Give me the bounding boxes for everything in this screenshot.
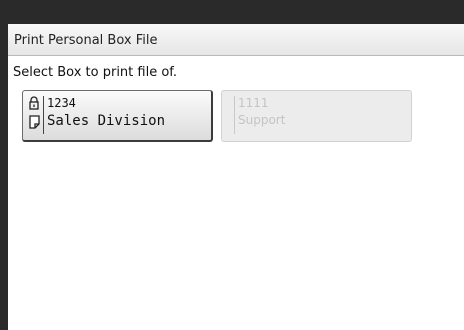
- instruction-text: Select Box to print file of.: [13, 65, 178, 80]
- box-number: 1234: [47, 96, 76, 110]
- dialog-title: Print Personal Box File: [14, 33, 158, 48]
- divider: [234, 96, 235, 134]
- box-icons: [28, 94, 42, 134]
- document-icon: [28, 114, 42, 130]
- box-button-support: 1111 Support: [221, 90, 412, 142]
- top-frame: [0, 0, 464, 24]
- left-frame: [0, 24, 8, 330]
- title-bar: Print Personal Box File: [8, 24, 464, 56]
- box-name: Sales Division: [47, 113, 166, 129]
- content-area: Select Box to print file of. 1234 Sales …: [8, 57, 464, 330]
- box-button-sales-division[interactable]: 1234 Sales Division: [22, 90, 213, 142]
- box-name: Support: [238, 113, 286, 127]
- lock-icon: [28, 96, 42, 112]
- box-number: 1111: [238, 96, 269, 110]
- divider: [43, 96, 44, 134]
- dialog-window: Print Personal Box File Select Box to pr…: [8, 24, 464, 330]
